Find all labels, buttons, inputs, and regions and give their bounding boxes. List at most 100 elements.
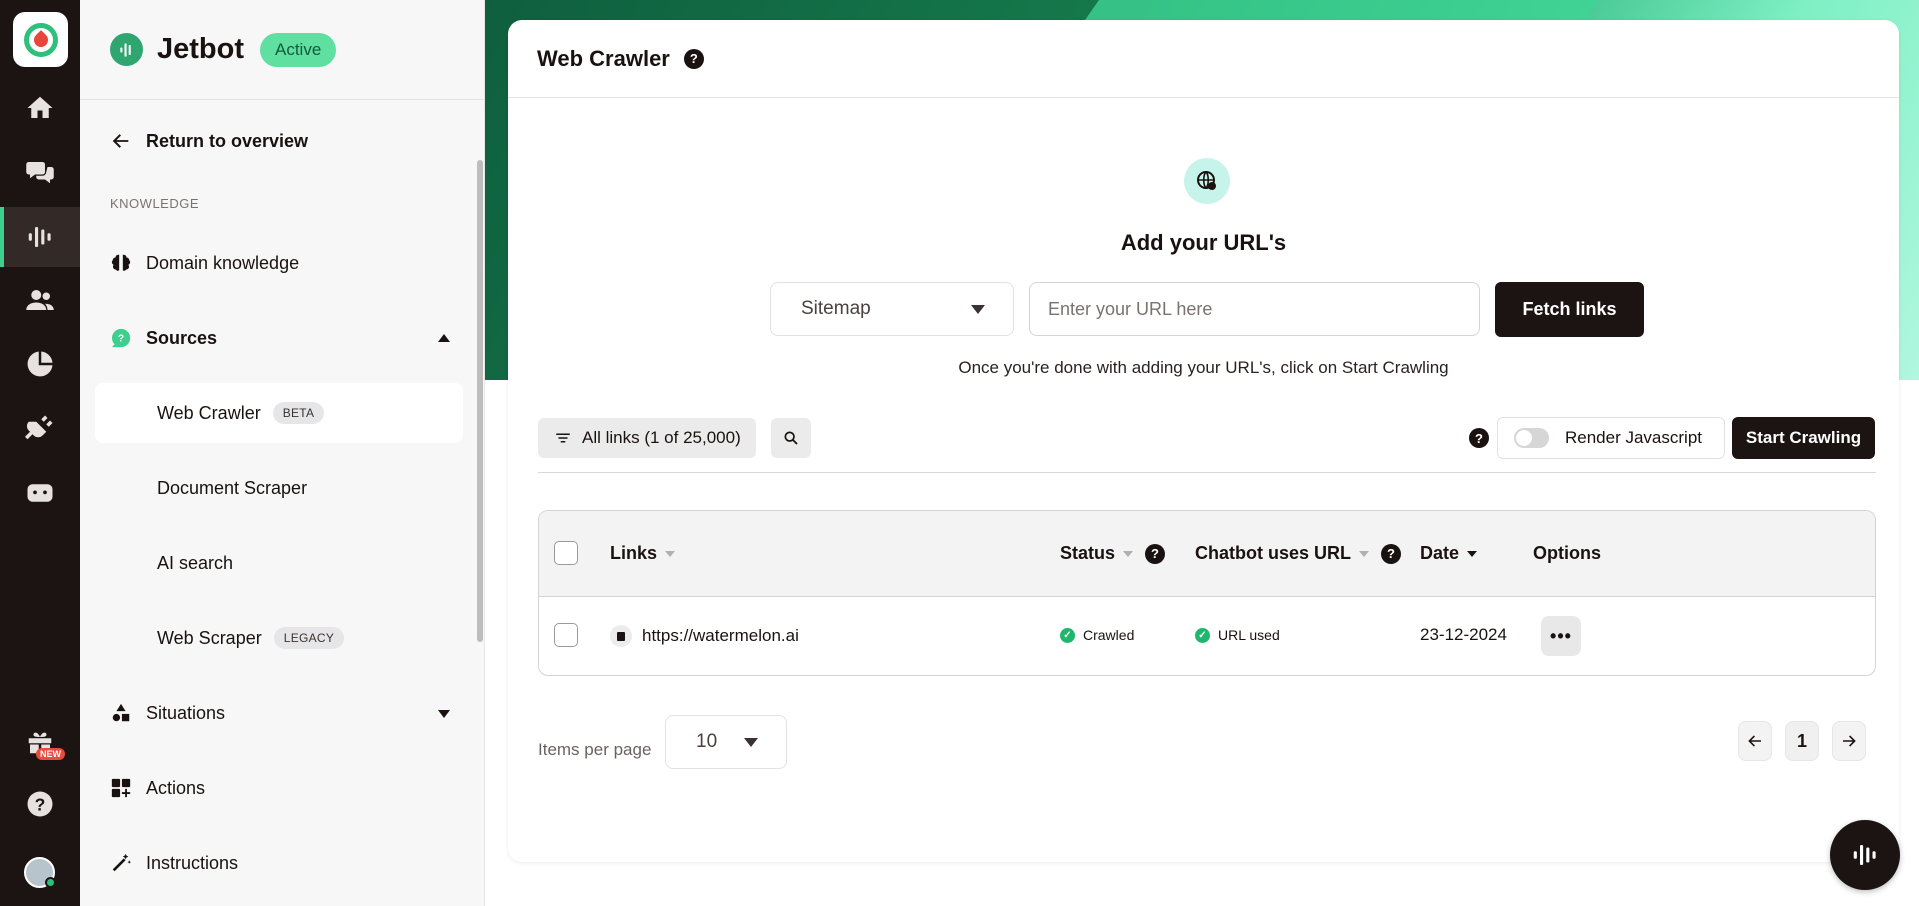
bot-name: Jetbot (157, 33, 244, 65)
globe-search-icon (1184, 158, 1230, 204)
bot-waveform-icon (1853, 845, 1876, 865)
row-options-button[interactable]: ••• (1541, 616, 1581, 656)
links-header-label: Links (610, 543, 658, 563)
render-js-help-icon[interactable]: ? (1469, 428, 1489, 448)
actions-label: Actions (146, 777, 206, 798)
beta-tag: BETA (272, 402, 325, 424)
chat-widget-button[interactable] (1830, 820, 1900, 890)
table-header: Links Status ? Chatbot uses URL ? Date O… (539, 511, 1875, 597)
items-per-page-value: 10 (696, 731, 718, 752)
knowledge-section-label: KNOWLEDGE (110, 196, 200, 211)
contacts-icon[interactable] (0, 270, 80, 330)
chat-bubbles-icon[interactable] (0, 142, 80, 202)
date-header-label: Date (1420, 543, 1460, 563)
link-url: https://watermelon.ai (642, 626, 799, 645)
favicon-icon (610, 625, 632, 647)
date-column-header[interactable]: Date (1420, 543, 1478, 564)
sort-links-icon[interactable] (665, 550, 676, 557)
legacy-tag: LEGACY (273, 627, 345, 649)
options-column-header: Options (1533, 543, 1601, 564)
search-icon (784, 431, 798, 445)
fetch-links-button[interactable]: Fetch links (1495, 282, 1644, 337)
next-page-button[interactable] (1832, 721, 1866, 761)
sidebar-subitem-ai-search[interactable]: AI search (95, 533, 463, 593)
web-crawler-label: Web Crawler (157, 402, 261, 423)
bot-waveform-icon[interactable] (0, 207, 80, 267)
knowledge-sidebar: Jetbot Active Return to overview KNOWLED… (80, 0, 485, 906)
new-badge: NEW (36, 748, 65, 760)
status-help-icon[interactable]: ? (1145, 543, 1166, 564)
return-to-overview-link[interactable]: Return to overview (110, 130, 308, 152)
arrow-left-icon (112, 134, 129, 148)
arrow-left-icon (1748, 735, 1761, 747)
ai-search-label: AI search (157, 552, 234, 573)
options-header-label: Options (1533, 543, 1601, 563)
analytics-pie-icon[interactable] (0, 334, 80, 394)
toolbar-divider (538, 472, 1876, 473)
online-status-dot (45, 877, 56, 888)
url-input[interactable] (1029, 282, 1480, 336)
sidebar-subitem-document-scraper[interactable]: Document Scraper (95, 458, 463, 518)
sources-collapse-caret-icon[interactable] (438, 334, 450, 342)
chevron-down-icon (744, 738, 758, 747)
source-type-value: Sitemap (801, 298, 871, 319)
bot-status-badge: Active (260, 32, 337, 67)
situations-label: Situations (146, 702, 226, 723)
domain-knowledge-label: Domain knowledge (146, 252, 300, 273)
items-per-page-label: Items per page (538, 740, 652, 759)
start-crawling-button[interactable]: Start Crawling (1732, 417, 1875, 459)
links-filter-button[interactable]: All links (1 of 25,000) (538, 418, 756, 458)
select-all-checkbox[interactable] (554, 541, 578, 565)
check-circle-icon: ✓ (1060, 627, 1075, 643)
table-row: https://watermelon.ai ✓ Crawled ✓ URL us… (539, 597, 1875, 675)
instructions-label: Instructions (146, 852, 239, 873)
sort-status-icon[interactable] (1123, 550, 1134, 557)
svg-text:?: ? (35, 794, 46, 814)
links-column-header[interactable]: Links (610, 543, 676, 564)
check-circle-icon: ✓ (1195, 627, 1210, 643)
render-javascript-switch[interactable] (1514, 428, 1549, 448)
sidebar-scrollbar[interactable] (477, 160, 483, 642)
sort-chatbot-icon[interactable] (1359, 550, 1370, 557)
chevron-down-icon (971, 305, 985, 314)
chatbot-uses-url-column-header[interactable]: Chatbot uses URL ? (1195, 543, 1402, 564)
page-title: Web Crawler (537, 45, 670, 71)
items-per-page-select[interactable]: 10 (665, 715, 787, 769)
return-to-overview-label: Return to overview (146, 130, 309, 151)
help-icon[interactable]: ? (0, 774, 80, 834)
sidebar-subitem-web-scraper[interactable]: Web Scraper LEGACY (95, 608, 463, 668)
sidebar-subitem-web-crawler[interactable]: Web Crawler BETA (95, 383, 463, 443)
user-avatar[interactable] (24, 857, 56, 888)
page-number-button[interactable]: 1 (1785, 721, 1819, 761)
title-help-icon[interactable]: ? (683, 48, 704, 69)
sidebar-item-situations[interactable]: Situations (110, 702, 225, 724)
sidebar-item-sources[interactable]: ? Sources (110, 327, 217, 349)
source-type-select[interactable]: Sitemap (770, 282, 1014, 336)
status-cell: ✓ Crawled (1060, 627, 1134, 643)
brain-icon (111, 254, 131, 271)
row-checkbox[interactable] (554, 623, 578, 647)
chatbot-help-icon[interactable]: ? (1381, 543, 1402, 564)
filter-icon (556, 433, 570, 443)
home-icon[interactable] (0, 78, 80, 138)
watermelon-logo[interactable] (13, 12, 68, 67)
integrations-plug-icon[interactable] (0, 398, 80, 458)
app-rail: NEW ? (0, 0, 80, 906)
chatbot-uses-url-value: URL used (1218, 627, 1280, 643)
robot-icon[interactable] (0, 463, 80, 523)
sidebar-item-domain-knowledge[interactable]: Domain knowledge (110, 252, 299, 274)
sidebar-item-actions[interactable]: Actions (110, 777, 205, 799)
gift-icon[interactable]: NEW (0, 712, 80, 772)
web-crawler-card: Web Crawler ? Add your URL's Sitemap Fet… (508, 20, 1899, 862)
links-table: Links Status ? Chatbot uses URL ? Date O… (538, 510, 1876, 676)
render-javascript-toggle[interactable]: Render Javascript (1497, 417, 1725, 459)
link-cell[interactable]: https://watermelon.ai (610, 625, 799, 647)
magic-wand-icon (112, 853, 132, 872)
situations-expand-caret-icon[interactable] (438, 710, 450, 718)
status-column-header[interactable]: Status ? (1060, 543, 1166, 564)
search-button[interactable] (771, 418, 811, 458)
previous-page-button[interactable] (1738, 721, 1772, 761)
status-header-label: Status (1060, 543, 1116, 563)
sidebar-item-instructions[interactable]: Instructions (110, 852, 238, 874)
sort-date-icon[interactable] (1467, 550, 1478, 557)
